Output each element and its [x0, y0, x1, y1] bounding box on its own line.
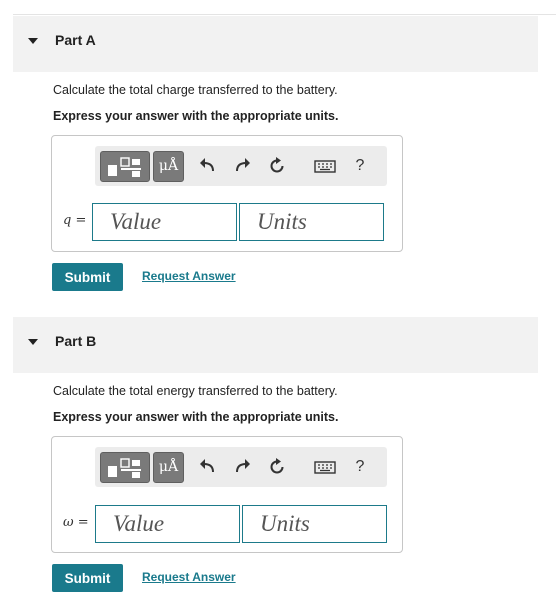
math-toolbar: μÅ ?: [95, 146, 387, 186]
part-b-answer-box: μÅ ? ω = Value Units: [51, 436, 403, 553]
templates-button[interactable]: [100, 452, 150, 483]
templates-icon: [108, 157, 141, 177]
templates-button[interactable]: [100, 151, 150, 182]
redo-icon[interactable]: [232, 156, 252, 176]
reset-icon[interactable]: [267, 156, 287, 176]
undo-icon[interactable]: [198, 156, 218, 176]
variable-label: q =: [63, 213, 87, 228]
collapse-caret-icon[interactable]: [28, 38, 38, 44]
request-answer-link[interactable]: Request Answer: [142, 269, 236, 283]
templates-icon: [108, 458, 141, 478]
submit-button[interactable]: Submit: [52, 564, 123, 592]
units-icon: μÅ: [158, 459, 179, 475]
keyboard-icon[interactable]: [313, 156, 337, 176]
math-toolbar: μÅ ?: [95, 447, 387, 487]
value-input[interactable]: Value: [92, 203, 237, 241]
submit-button[interactable]: Submit: [52, 263, 123, 291]
part-a-title: Part A: [55, 32, 96, 48]
part-a-question: Calculate the total charge transferred t…: [53, 83, 338, 97]
value-input[interactable]: Value: [95, 505, 240, 543]
help-icon[interactable]: ?: [350, 156, 370, 176]
units-input[interactable]: Units: [242, 505, 387, 543]
units-button[interactable]: μÅ: [153, 151, 184, 182]
units-input[interactable]: Units: [239, 203, 384, 241]
part-b-question: Calculate the total energy transferred t…: [53, 384, 338, 398]
part-b-instruction: Express your answer with the appropriate…: [53, 410, 339, 424]
units-icon: μÅ: [158, 158, 179, 174]
help-icon[interactable]: ?: [350, 457, 370, 477]
part-a-answer-box: μÅ ? q = Value Units: [51, 135, 403, 252]
top-divider: [13, 14, 556, 15]
collapse-caret-icon[interactable]: [28, 339, 38, 345]
part-a-instruction: Express your answer with the appropriate…: [53, 109, 339, 123]
reset-icon[interactable]: [267, 457, 287, 477]
part-b-title: Part B: [55, 333, 97, 349]
units-button[interactable]: μÅ: [153, 452, 184, 483]
redo-icon[interactable]: [232, 457, 252, 477]
variable-label: ω =: [63, 515, 89, 530]
undo-icon[interactable]: [198, 457, 218, 477]
request-answer-link[interactable]: Request Answer: [142, 570, 236, 584]
keyboard-icon[interactable]: [313, 457, 337, 477]
